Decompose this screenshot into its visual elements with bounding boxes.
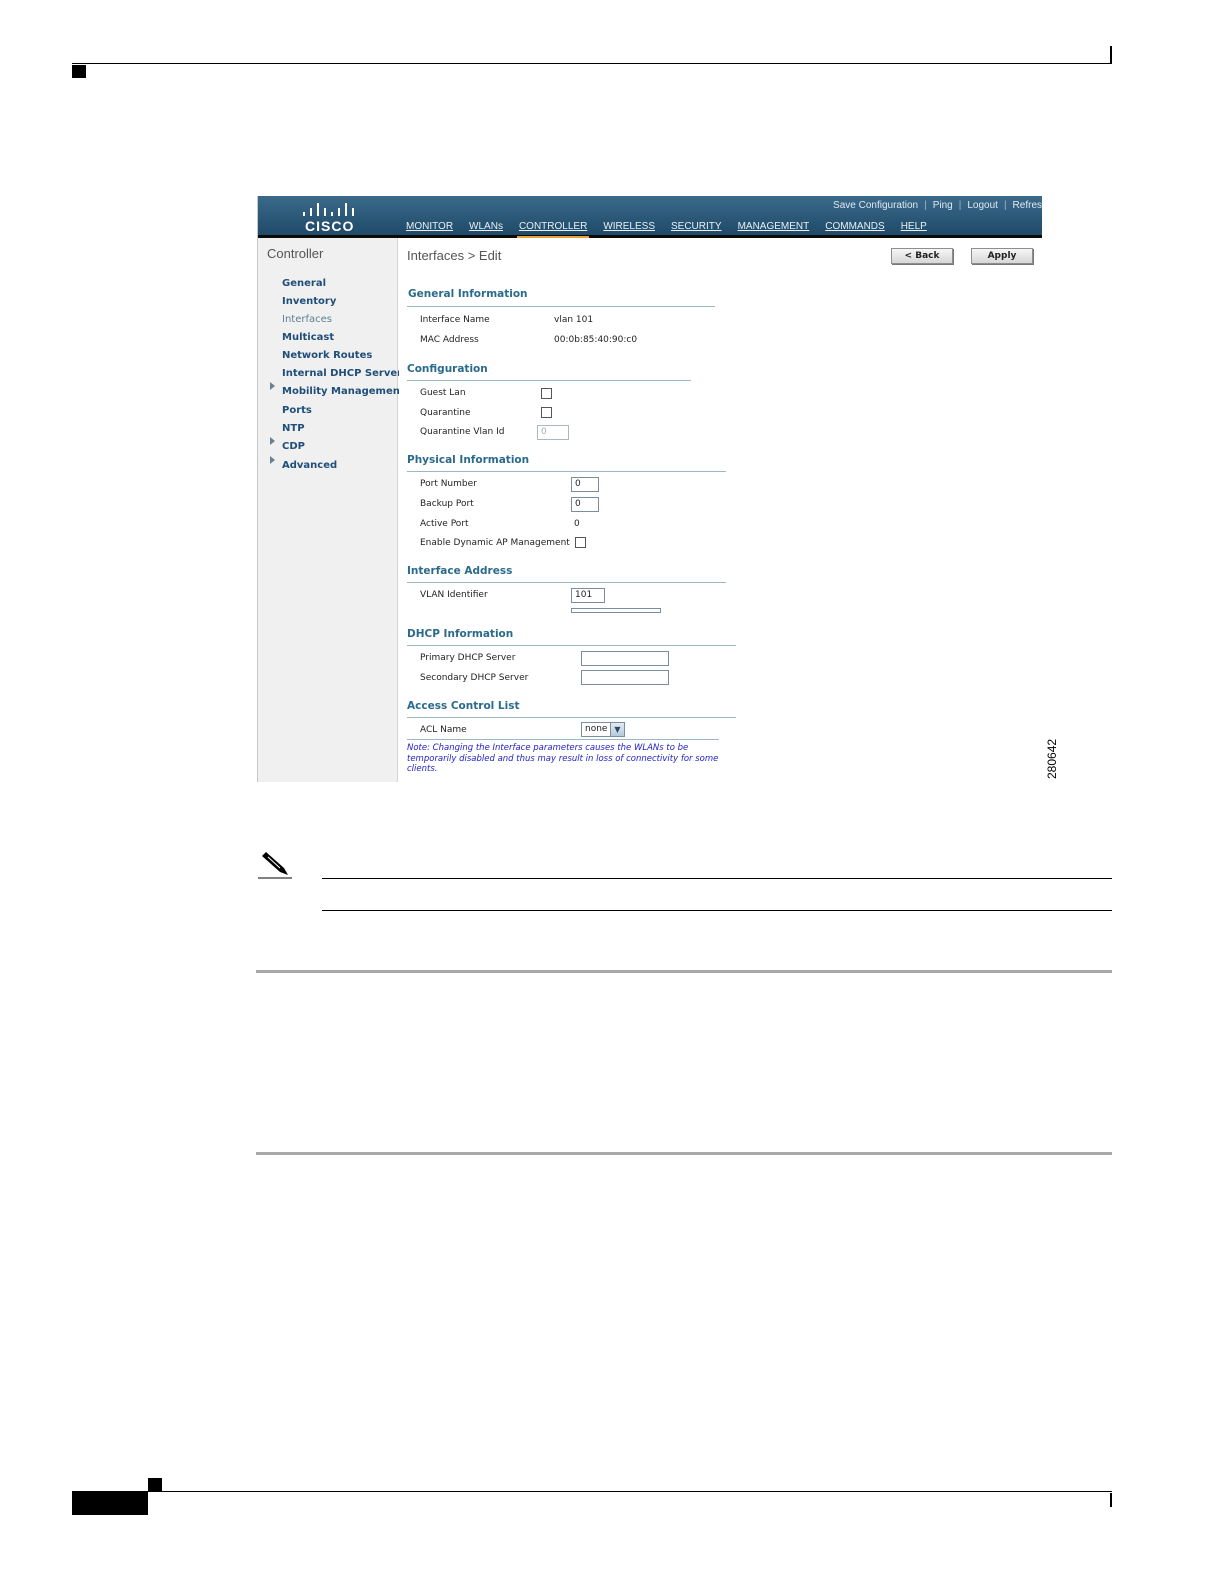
- step-divider: [256, 1152, 1112, 1155]
- apply-button[interactable]: Apply: [971, 248, 1033, 264]
- figure-id: 280642: [1045, 738, 1059, 779]
- backup-port-input[interactable]: 0: [571, 497, 599, 512]
- cisco-logo: CISCO: [302, 202, 358, 234]
- dynamic-ap-management-label: Enable Dynamic AP Management: [420, 538, 570, 548]
- quarantine-checkbox[interactable]: [541, 407, 552, 418]
- nav-management[interactable]: MANAGEMENT: [738, 221, 810, 235]
- sidebar-item-internal-dhcp-server[interactable]: Internal DHCP Server: [282, 368, 402, 379]
- back-button[interactable]: < Back: [891, 248, 953, 264]
- sidebar: Controller General Inventory Interfaces …: [258, 238, 405, 782]
- expand-arrow-icon[interactable]: [270, 456, 275, 464]
- mac-address-label: MAC Address: [420, 335, 479, 345]
- active-port-label: Active Port: [420, 519, 469, 529]
- configuration-heading: Configuration: [407, 363, 488, 375]
- header-marker: [72, 65, 86, 78]
- section-divider: [407, 306, 715, 307]
- nav-security[interactable]: SECURITY: [671, 221, 722, 235]
- sidebar-item-ports[interactable]: Ports: [282, 405, 312, 416]
- sidebar-item-network-routes[interactable]: Network Routes: [282, 350, 372, 361]
- port-number-input[interactable]: 0: [571, 477, 599, 492]
- note-bottom-rule: [322, 910, 1112, 911]
- section-divider: [407, 645, 736, 646]
- primary-dhcp-server-label: Primary DHCP Server: [420, 653, 516, 663]
- sidebar-item-mobility-management[interactable]: Mobility Management: [282, 386, 405, 397]
- vlan-identifier-label: VLAN Identifier: [420, 590, 488, 600]
- nav-wireless[interactable]: WIRELESS: [603, 221, 655, 235]
- secondary-dhcp-server-input[interactable]: [581, 670, 669, 685]
- expand-arrow-icon[interactable]: [270, 382, 275, 390]
- sidebar-item-inventory[interactable]: Inventory: [282, 296, 336, 307]
- backup-port-label: Backup Port: [420, 499, 474, 509]
- sidebar-item-ntp[interactable]: NTP: [282, 423, 305, 434]
- acl-name-select[interactable]: none ▼: [581, 722, 625, 737]
- access-control-list-heading: Access Control List: [407, 700, 520, 712]
- sidebar-item-cdp[interactable]: CDP: [282, 441, 305, 452]
- section-divider: [407, 739, 719, 740]
- footer-page-block: [72, 1491, 148, 1515]
- acl-name-label: ACL Name: [420, 725, 467, 735]
- section-divider: [407, 380, 691, 381]
- section-divider: [407, 717, 736, 718]
- nav-commands[interactable]: COMMANDS: [825, 221, 884, 235]
- sidebar-item-advanced[interactable]: Advanced: [282, 460, 337, 471]
- footer-rule: [148, 1491, 1112, 1492]
- mac-address-value: 00:0b:85:40:90:c0: [554, 335, 638, 345]
- section-divider: [407, 582, 726, 583]
- header-rule: [72, 63, 1112, 64]
- sidebar-item-interfaces[interactable]: Interfaces: [282, 314, 332, 325]
- footer-marker: [148, 1478, 162, 1492]
- main-nav: MONITOR WLANs CONTROLLER WIRELESS SECURI…: [406, 221, 943, 239]
- guest-lan-checkbox[interactable]: [541, 388, 552, 399]
- quarantine-vlan-id-input[interactable]: 0: [537, 425, 569, 440]
- nav-monitor[interactable]: MONITOR: [406, 221, 453, 235]
- cisco-logo-bars-icon: [302, 202, 358, 216]
- controller-screenshot: CISCO Save Configuration | Ping | Logout…: [257, 196, 1042, 782]
- nav-controller[interactable]: CONTROLLER: [516, 221, 590, 239]
- page-title: Interfaces > Edit: [407, 248, 502, 263]
- interface-address-heading: Interface Address: [407, 565, 513, 577]
- sidebar-item-general[interactable]: General: [282, 278, 326, 289]
- ping-link[interactable]: Ping: [927, 200, 959, 214]
- step-divider: [256, 970, 1112, 973]
- acl-name-selected-value: none: [585, 724, 608, 734]
- top-banner: CISCO Save Configuration | Ping | Logout…: [258, 196, 1042, 239]
- nav-help[interactable]: HELP: [901, 221, 927, 235]
- sidebar-item-multicast[interactable]: Multicast: [282, 332, 334, 343]
- nav-wlans[interactable]: WLANs: [469, 221, 503, 235]
- active-port-value: 0: [574, 519, 580, 529]
- secondary-dhcp-server-label: Secondary DHCP Server: [420, 673, 529, 683]
- general-information-heading: General Information: [408, 288, 528, 300]
- note-text: Note: Changing the Interface parameters …: [407, 743, 719, 774]
- top-links: Save Configuration | Ping | Logout | Ref…: [827, 200, 1042, 214]
- quarantine-vlan-id-label: Quarantine Vlan Id: [420, 427, 505, 437]
- section-divider: [407, 471, 726, 472]
- sidebar-title: Controller: [267, 246, 324, 261]
- primary-dhcp-server-input[interactable]: [581, 651, 669, 666]
- content-pane: Interfaces > Edit < Back Apply General I…: [399, 238, 1042, 782]
- save-configuration-link[interactable]: Save Configuration: [827, 200, 924, 214]
- chevron-down-icon[interactable]: ▼: [610, 723, 624, 736]
- refresh-link[interactable]: Refres: [1007, 200, 1042, 214]
- ip-address-input[interactable]: [571, 608, 661, 613]
- vlan-identifier-input[interactable]: 101: [571, 588, 605, 603]
- dynamic-ap-management-checkbox[interactable]: [575, 537, 586, 548]
- logout-link[interactable]: Logout: [961, 200, 1004, 214]
- guest-lan-label: Guest Lan: [420, 388, 466, 398]
- note-top-rule: [322, 878, 1112, 879]
- dhcp-information-heading: DHCP Information: [407, 628, 514, 640]
- port-number-label: Port Number: [420, 479, 477, 489]
- expand-arrow-icon[interactable]: [270, 437, 275, 445]
- interface-name-value: vlan 101: [554, 315, 594, 325]
- header-tick: [1110, 46, 1112, 64]
- footer-tick: [1110, 1493, 1112, 1507]
- logo-text: CISCO: [305, 218, 355, 234]
- quarantine-label: Quarantine: [420, 408, 471, 418]
- physical-information-heading: Physical Information: [407, 454, 530, 466]
- interface-name-label: Interface Name: [420, 315, 490, 325]
- note-pencil-icon: [258, 852, 292, 879]
